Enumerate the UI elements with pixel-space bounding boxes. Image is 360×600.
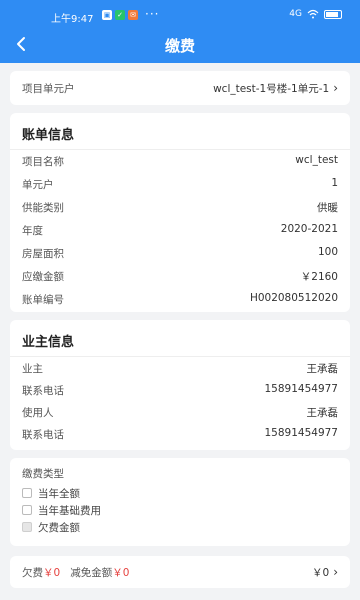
bill-row: 供能类别 供暖 <box>22 200 338 218</box>
bill-info-card: 账单信息 项目名称 wcl_test 单元户 1 供能类别 供暖 年度 2020… <box>10 113 350 312</box>
owner-row-label: 使用人 <box>22 407 54 419</box>
status-bar: 上午9:47 ▣ ✓ ✉ ··· 4G <box>0 7 360 25</box>
payment-option-label: 欠费金额 <box>38 521 80 534</box>
bill-row: 应缴金额 ￥2160 <box>22 269 338 287</box>
bill-row-value: 100 <box>317 246 338 258</box>
owner-row-value: 15891454977 <box>264 383 339 395</box>
status-right: 4G <box>289 9 342 19</box>
unit-selector[interactable]: 项目单元户 wcl_test-1号楼-1单元-1 › <box>10 71 350 105</box>
arrears-summary: 欠费￥0 减免金额￥0 <box>22 565 129 580</box>
checkbox[interactable] <box>22 505 32 515</box>
bill-row-label: 账单编号 <box>22 294 64 306</box>
unit-selector-label: 项目单元户 <box>22 83 75 95</box>
bill-row-value: H002080512020 <box>249 292 338 304</box>
bill-row-label: 供能类别 <box>22 202 64 214</box>
payment-option-label: 当年基础费用 <box>38 504 101 517</box>
total-value: ￥0 <box>312 567 330 579</box>
unit-selector-text: wcl_test-1号楼-1单元-1 <box>213 83 330 95</box>
divider <box>10 149 350 150</box>
owner-row: 联系电话 15891454977 <box>22 427 338 445</box>
owner-row-label: 联系电话 <box>22 385 64 397</box>
chevron-right-icon: › <box>333 565 338 579</box>
bill-row-value: ￥2160 <box>300 271 338 283</box>
bill-row: 年度 2020-2021 <box>22 223 338 241</box>
bill-row-label: 单元户 <box>22 179 54 191</box>
owner-row-label: 业主 <box>22 363 43 375</box>
bill-info-title: 账单信息 <box>22 128 75 143</box>
payment-type-card: 缴费类型 当年全额 当年基础费用 欠费金额 <box>10 458 350 546</box>
waiver-label: 减免金额 <box>70 567 113 579</box>
total-amount[interactable]: ￥0 › <box>312 565 338 580</box>
payment-summary-bar[interactable]: 欠费￥0 减免金额￥0 ￥0 › <box>10 556 350 588</box>
unit-selector-value[interactable]: wcl_test-1号楼-1单元-1 › <box>213 81 338 96</box>
wifi-icon <box>307 9 319 19</box>
owner-row-value: 15891454977 <box>264 427 339 439</box>
battery-icon <box>324 9 342 19</box>
divider <box>10 356 350 357</box>
notification-app-icon: ▣ <box>102 10 112 20</box>
checkbox[interactable] <box>22 522 32 532</box>
bill-row-label: 房屋面积 <box>22 248 64 260</box>
notification-icons: ▣ ✓ ✉ <box>102 10 138 20</box>
checkbox[interactable] <box>22 488 32 498</box>
waiver-value: ￥0 <box>112 567 130 579</box>
payment-option-basic-fee[interactable]: 当年基础费用 <box>22 503 101 517</box>
more-notifications-icon: ··· <box>145 7 160 21</box>
arrears-value: ￥0 <box>43 567 61 579</box>
bill-row-value: wcl_test <box>295 154 338 166</box>
bill-row: 项目名称 wcl_test <box>22 154 338 172</box>
owner-info-card: 业主信息 业主 王承磊 联系电话 15891454977 使用人 王承磊 联系电… <box>10 320 350 450</box>
chevron-right-icon: › <box>333 81 338 95</box>
payment-option-arrears[interactable]: 欠费金额 <box>22 520 80 534</box>
page-title: 缴费 <box>164 37 195 55</box>
bill-row-label: 年度 <box>22 225 43 237</box>
bill-row: 账单编号 H002080512020 <box>22 292 338 310</box>
bill-row: 单元户 1 <box>22 177 338 195</box>
notification-app-icon: ✓ <box>115 10 125 20</box>
status-time: 上午9:47 <box>51 14 94 25</box>
owner-info-title: 业主信息 <box>22 335 75 350</box>
payment-option-label: 当年全额 <box>38 487 80 500</box>
bill-row-value: 1 <box>331 177 338 189</box>
payment-option-full-year[interactable]: 当年全额 <box>22 486 80 500</box>
notification-app-icon: ✉ <box>128 10 138 20</box>
owner-row-value: 王承磊 <box>306 363 339 375</box>
owner-row-label: 联系电话 <box>22 429 64 441</box>
arrears-label: 欠费 <box>22 567 43 579</box>
owner-row-value: 王承磊 <box>306 407 339 419</box>
bill-row-label: 应缴金额 <box>22 271 64 283</box>
bill-row-label: 项目名称 <box>22 156 64 168</box>
bill-row-value: 2020-2021 <box>280 223 338 235</box>
owner-row: 业主 王承磊 <box>22 361 338 379</box>
owner-row: 联系电话 15891454977 <box>22 383 338 401</box>
owner-row: 使用人 王承磊 <box>22 405 338 423</box>
app-bar: 上午9:47 ▣ ✓ ✉ ··· 4G 缴费 <box>0 0 360 63</box>
bill-row-value: 供暖 <box>317 202 338 214</box>
payment-type-title: 缴费类型 <box>22 468 64 480</box>
signal-label: 4G <box>289 9 302 19</box>
bill-row: 房屋面积 100 <box>22 246 338 264</box>
